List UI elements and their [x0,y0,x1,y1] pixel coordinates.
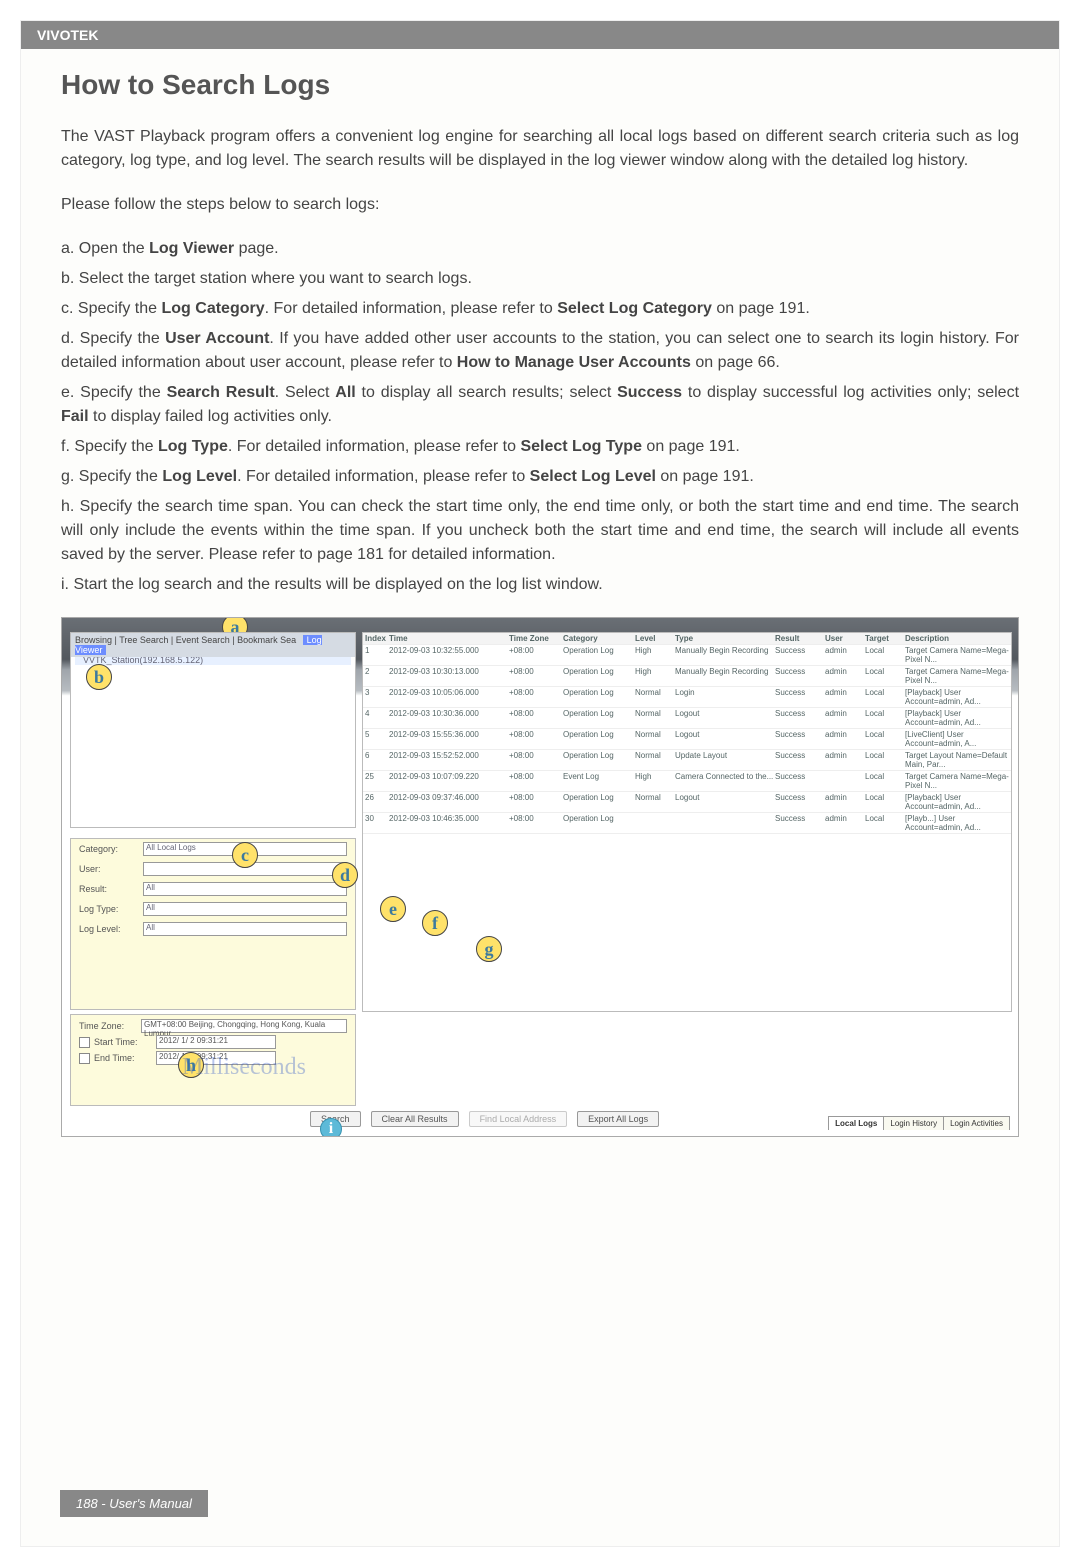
filter-user[interactable]: User: [71,859,355,879]
follow-paragraph: Please follow the steps below to search … [61,193,1019,217]
start-time-input[interactable]: 2012/ 1/ 2 09:31:21 [156,1035,276,1049]
tab-local-logs[interactable]: Local Logs [828,1116,884,1130]
grid-rows-container: 12012-09-03 10:32:55.000+08:00Operation … [363,645,1011,834]
table-row[interactable]: 12012-09-03 10:32:55.000+08:00Operation … [363,645,1011,666]
table-row[interactable]: 302012-09-03 10:46:35.000+08:00Operation… [363,813,1011,834]
step-f: f. Specify the Log Type. For detailed in… [61,435,1019,459]
table-row[interactable]: 22012-09-03 10:30:13.000+08:00Operation … [363,666,1011,687]
timezone-select[interactable]: GMT+08:00 Beijing, Chongqing, Hong Kong,… [141,1019,347,1033]
filter-category[interactable]: Category: All Local Logs [71,839,355,859]
table-row[interactable]: 32012-09-03 10:05:06.000+08:00Operation … [363,687,1011,708]
step-b: b. Select the target station where you w… [61,267,1019,291]
info-icon-search: i [320,1118,342,1137]
table-row[interactable]: 52012-09-03 15:55:36.000+08:00Operation … [363,729,1011,750]
callout-d: d [332,862,358,888]
step-a: a. Open the Log Viewer page. [61,237,1019,261]
step-d: d. Specify the User Account. If you have… [61,327,1019,375]
steps-list: a. Open the Log Viewer page. b. Select t… [61,237,1019,597]
table-row[interactable]: 252012-09-03 10:07:09.220+08:00Event Log… [363,771,1011,792]
filter-loglevel[interactable]: Log Level: All [71,919,355,939]
screenshot-area: a i Browsing | Tree Search | Event Searc… [61,617,1019,1137]
filter-logtype[interactable]: Log Type: All [71,899,355,919]
step-e: e. Specify the Search Result. Select All… [61,381,1019,429]
table-row[interactable]: 42012-09-03 10:30:36.000+08:00Operation … [363,708,1011,729]
callout-b: b [86,664,112,690]
milliseconds-watermark: Milliseconds [182,1054,306,1081]
tab-login-history[interactable]: Login History [883,1116,944,1130]
page-title: How to Search Logs [61,69,1019,101]
step-g: g. Specify the Log Level. For detailed i… [61,465,1019,489]
clear-button[interactable]: Clear All Results [371,1111,459,1127]
step-c: c. Specify the Log Category. For detaile… [61,297,1019,321]
tree-pane[interactable]: Browsing | Tree Search | Event Search | … [70,632,356,828]
filter-result[interactable]: Result: All [71,879,355,899]
filter-pane: Category: All Local Logs User: Result: A… [70,838,356,1010]
tab-login-activities[interactable]: Login Activities [943,1116,1010,1130]
bottom-tabs[interactable]: Local Logs Login History Login Activitie… [829,1116,1010,1130]
tree-tabs[interactable]: Browsing | Tree Search | Event Search | … [71,633,355,657]
callout-e: e [380,896,406,922]
step-h: h. Specify the search time span. You can… [61,495,1019,567]
callout-c: c [232,842,258,868]
timezone-label: Time Zone: [79,1021,137,1031]
log-grid[interactable]: Index Time Time Zone Category Level Type… [362,632,1012,1012]
callout-g: g [476,936,502,962]
grid-header: Index Time Time Zone Category Level Type… [363,633,1011,645]
find-button[interactable]: Find Local Address [469,1111,568,1127]
table-row[interactable]: 262012-09-03 09:37:46.000+08:00Operation… [363,792,1011,813]
step-i: i. Start the log search and the results … [61,573,1019,597]
page-footer: 188 - User's Manual [60,1490,208,1517]
table-row[interactable]: 62012-09-03 15:52:52.000+08:00Operation … [363,750,1011,771]
end-time-check[interactable] [79,1053,90,1064]
export-button[interactable]: Export All Logs [577,1111,659,1127]
start-time-check[interactable] [79,1037,90,1048]
intro-paragraph: The VAST Playback program offers a conve… [61,125,1019,173]
callout-f: f [422,910,448,936]
brand-header: VIVOTEK [21,21,1059,49]
